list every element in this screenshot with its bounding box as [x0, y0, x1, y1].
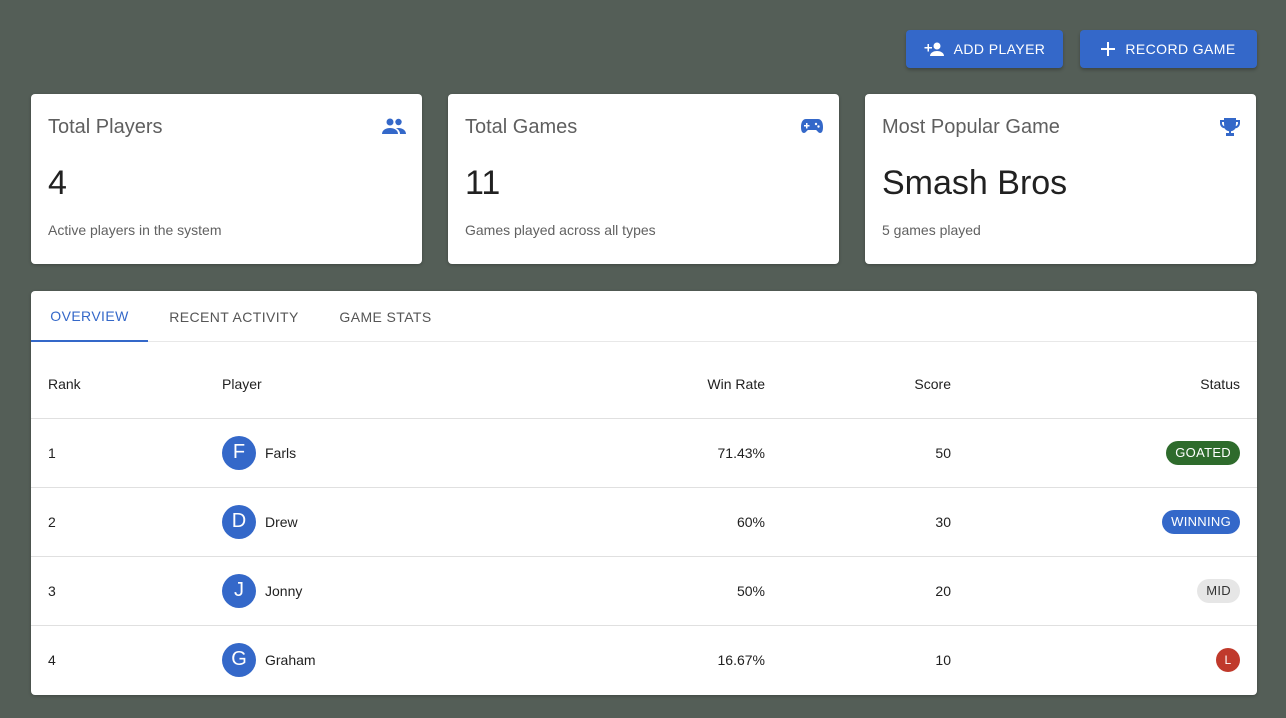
card-subtitle: Games played across all types [465, 222, 656, 238]
score-cell: 30 [765, 487, 951, 557]
rank-cell: 3 [31, 556, 222, 626]
rank-cell: 2 [31, 487, 222, 557]
header-rank[interactable]: Rank [31, 350, 222, 419]
status-badge: WINNING [1162, 509, 1240, 534]
rank-cell: 4 [48, 651, 56, 668]
people-icon [382, 118, 406, 139]
card-subtitle: Active players in the system [48, 222, 222, 238]
table-row[interactable]: 1 F Farls 71.43% 50 GOATED [31, 418, 1257, 488]
score-cell: 10 [935, 651, 951, 668]
table-row[interactable]: 3 J Jonny 50% 20 MID [31, 556, 1257, 626]
add-player-label: ADD PLAYER [953, 41, 1046, 57]
header-win-rate[interactable]: Win Rate [579, 350, 765, 419]
card-title: Most Popular Game [882, 116, 1060, 138]
gamepad-icon [801, 118, 823, 139]
table-row[interactable]: 2 D Drew 60% 30 WINNING [31, 487, 1257, 557]
score-cell: 50 [765, 418, 951, 488]
status-cell: MID [951, 556, 1257, 626]
total-games-card: Total Games 11 Games played across all t… [448, 94, 839, 264]
player-name: Farls [265, 444, 297, 461]
status-cell: L [951, 625, 1257, 694]
avatar: J [222, 573, 256, 608]
status-badge: MID [1197, 578, 1240, 603]
tab-game-stats[interactable]: GAME STATS [320, 291, 451, 342]
header-status[interactable]: Status [951, 350, 1257, 419]
status-badge: GOATED [1166, 440, 1240, 465]
win-rate-cell: 60% [579, 487, 765, 557]
score-cell: 20 [765, 556, 951, 626]
player-cell: J Jonny [222, 556, 579, 626]
most-popular-game-card: Most Popular Game Smash Bros 5 games pla… [865, 94, 1256, 264]
record-game-label: RECORD GAME [1125, 41, 1236, 57]
win-rate-cell: 71.43% [579, 418, 765, 488]
player-cell: G Graham [222, 625, 579, 694]
plus-icon [1101, 42, 1116, 56]
avatar: F [222, 435, 256, 470]
avatar: D [222, 504, 256, 539]
avatar: G [222, 642, 256, 677]
leaderboard-table: Rank Player Win Rate Score Status 1 F Fa… [31, 350, 1257, 694]
tab-overview[interactable]: OVERVIEW [31, 291, 148, 342]
header-player[interactable]: Player [222, 350, 579, 419]
player-name: Graham [265, 651, 316, 668]
player-cell: D Drew [222, 487, 579, 557]
status-badge: L [1216, 647, 1240, 672]
card-title: Total Games [465, 116, 578, 138]
total-players-card: Total Players 4 Active players in the sy… [31, 94, 422, 264]
tab-bar: OVERVIEW RECENT ACTIVITY GAME STATS [31, 291, 1257, 342]
trophy-icon [1220, 118, 1240, 141]
card-value: Smash Bros [882, 164, 1068, 202]
win-rate-cell: 50% [579, 556, 765, 626]
table-header-row: Rank Player Win Rate Score Status [31, 350, 1257, 419]
status-cell: WINNING [951, 487, 1257, 557]
tab-recent-activity[interactable]: RECENT ACTIVITY [148, 291, 320, 342]
card-subtitle: 5 games played [882, 222, 981, 238]
player-name: Jonny [265, 582, 303, 599]
add-player-button[interactable]: ADD PLAYER [906, 30, 1063, 68]
card-value: 11 [465, 164, 501, 202]
person-add-icon [924, 42, 944, 56]
player-cell: F Farls [222, 418, 579, 488]
rank-cell: 1 [31, 418, 222, 488]
card-value: 4 [48, 164, 67, 202]
status-cell: GOATED [951, 418, 1257, 488]
header-score[interactable]: Score [765, 350, 951, 419]
player-name: Drew [265, 513, 298, 530]
card-title: Total Players [48, 116, 163, 138]
table-row[interactable]: 4 G Graham 16.67% 10 L [31, 625, 1257, 694]
leaderboard-panel: OVERVIEW RECENT ACTIVITY GAME STATS Rank… [31, 291, 1257, 695]
record-game-button[interactable]: RECORD GAME [1080, 30, 1257, 68]
win-rate-cell: 16.67% [717, 651, 765, 668]
